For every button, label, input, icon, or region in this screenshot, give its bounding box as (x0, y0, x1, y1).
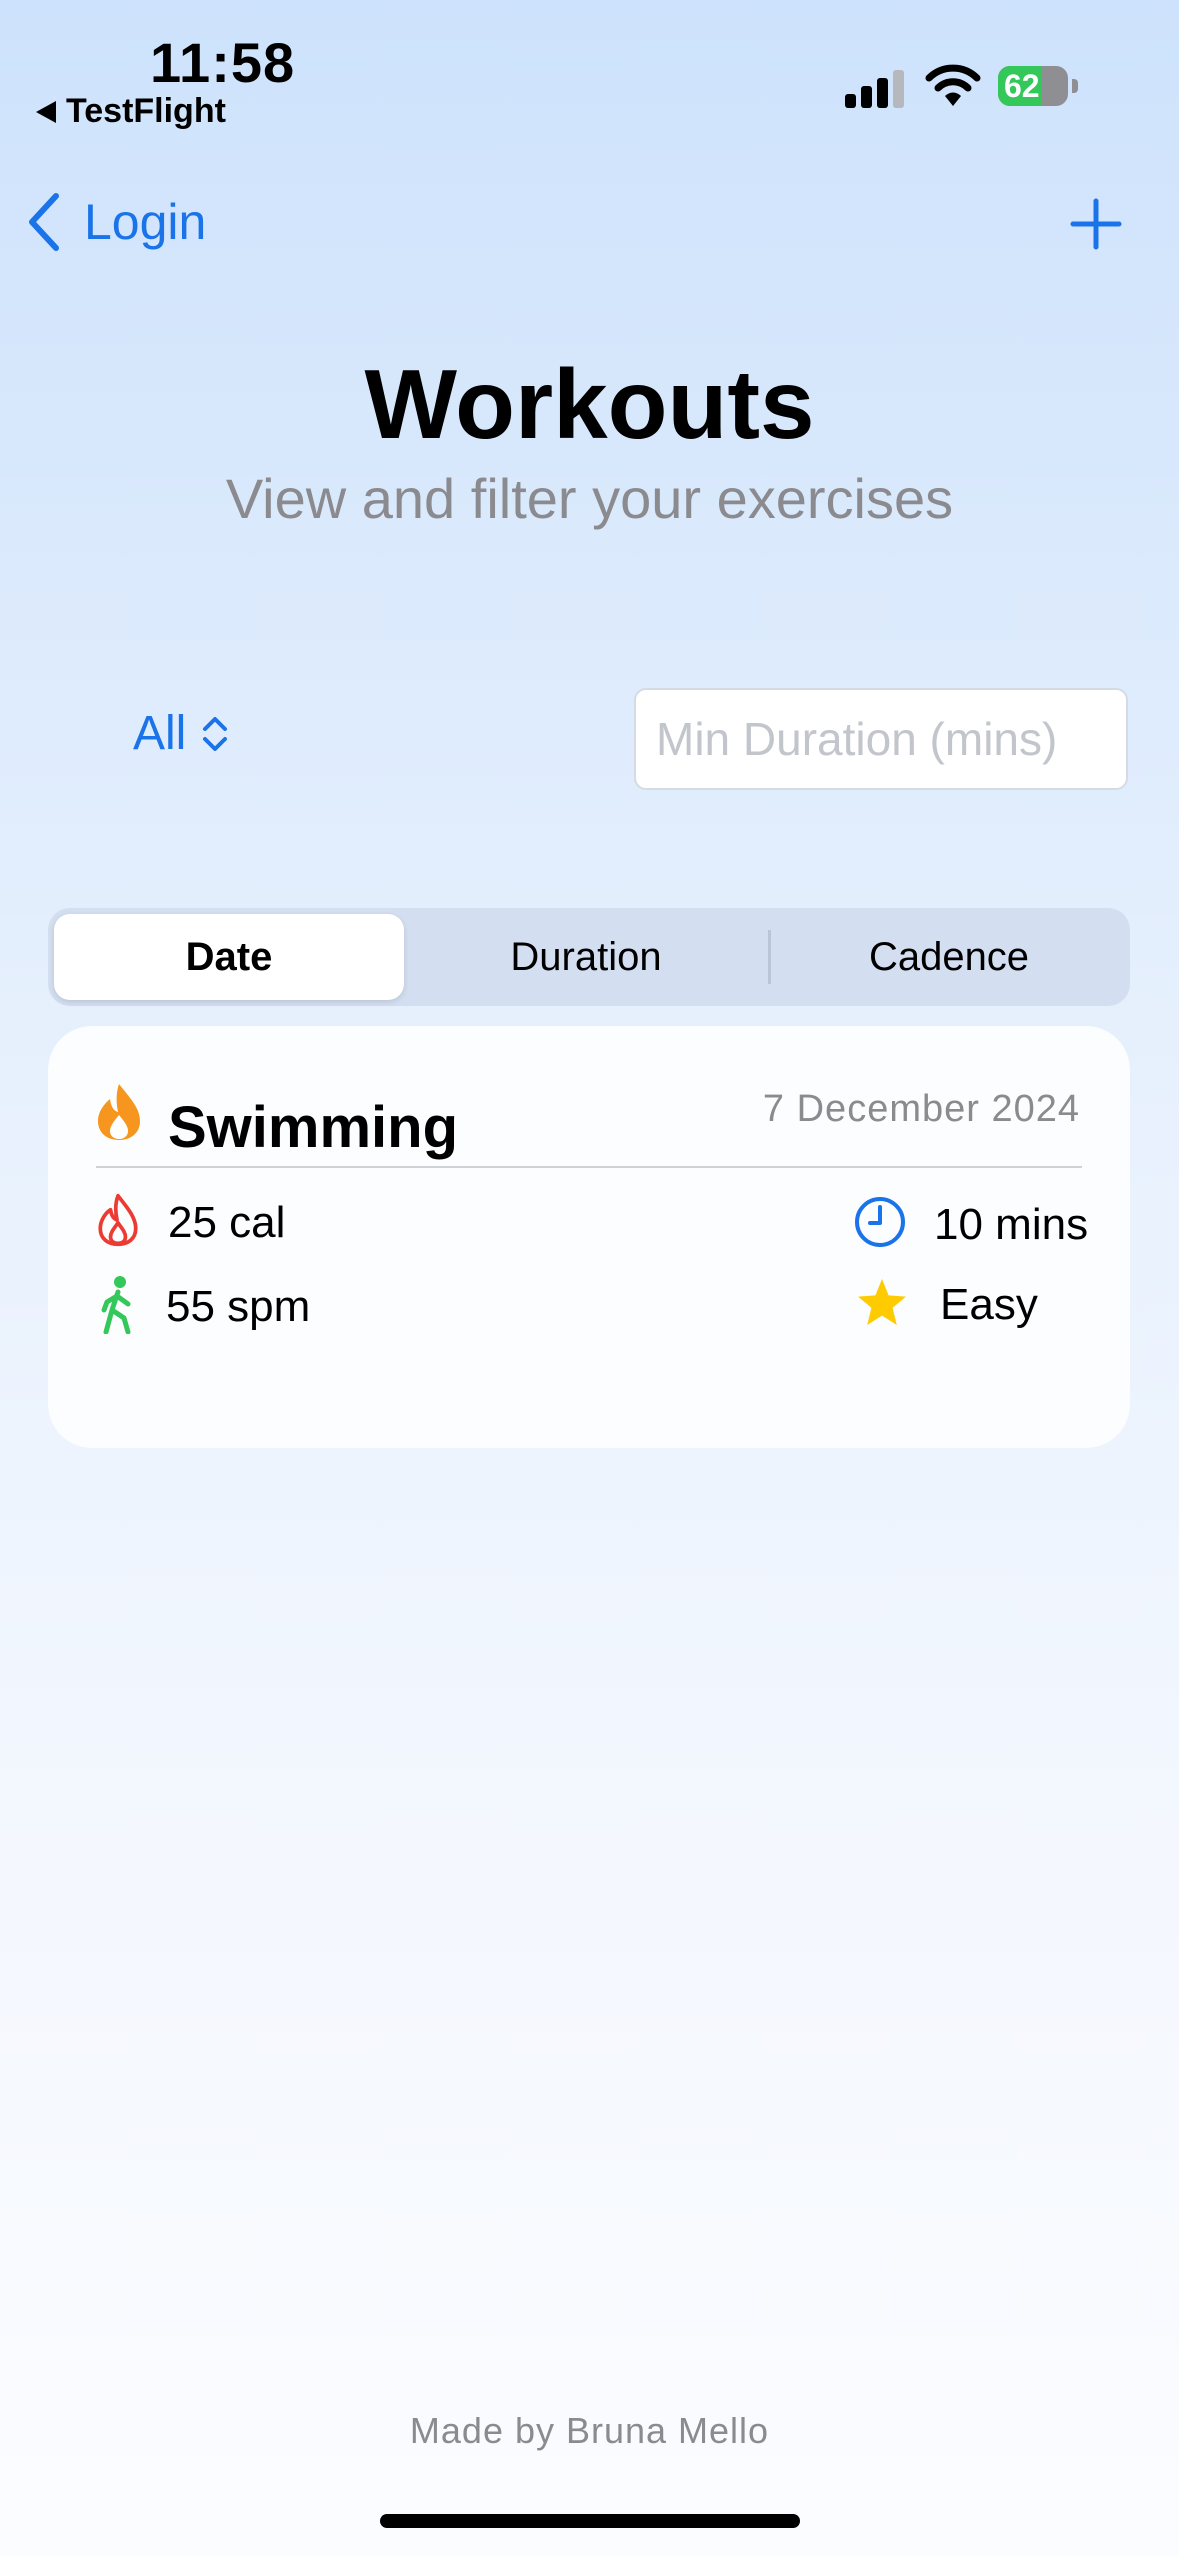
status-time: 11:58 (150, 31, 296, 94)
flame-icon (96, 1082, 142, 1147)
home-indicator[interactable] (380, 2514, 800, 2528)
sort-segmented-control: Date Duration Cadence (48, 908, 1130, 1006)
back-arrow-icon (36, 100, 56, 123)
battery-cap (1072, 79, 1078, 93)
wifi-icon (925, 62, 981, 113)
sort-option-duration[interactable]: Duration (410, 914, 762, 1000)
chevron-up-down-icon (203, 716, 228, 751)
sort-option-date[interactable]: Date (54, 914, 404, 1000)
workout-name: Swimming (168, 1095, 459, 1160)
clock-icon (854, 1196, 906, 1253)
footer-credit: Made by Bruna Mello (409, 2410, 770, 2451)
workout-calories: 25 cal (168, 1198, 286, 1247)
cellular-signal-icon (845, 70, 907, 115)
page-subtitle: View and filter your exercises (225, 467, 954, 530)
flame-outline-icon (96, 1192, 140, 1253)
battery-indicator: 62 (998, 66, 1078, 106)
plus-icon (1070, 198, 1122, 250)
min-duration-input[interactable] (634, 688, 1128, 790)
card-divider (96, 1166, 1082, 1168)
nav-back-button[interactable]: Login (26, 192, 206, 252)
page-title: Workouts (364, 349, 815, 459)
sort-option-cadence[interactable]: Cadence (774, 914, 1124, 1000)
workout-card[interactable]: Swimming 7 December 2024 25 cal 10 mins … (48, 1026, 1130, 1448)
star-icon (854, 1276, 910, 1337)
workout-type-picker[interactable]: All (133, 706, 230, 761)
back-to-app-button[interactable]: TestFlight (36, 92, 226, 131)
add-workout-button[interactable] (1070, 198, 1122, 255)
figure-walk-icon (98, 1276, 138, 1339)
workout-duration: 10 mins (934, 1200, 1089, 1249)
workout-type-value: All (133, 707, 187, 760)
workout-difficulty: Easy (940, 1280, 1038, 1329)
chevron-left-icon (29, 193, 59, 251)
battery-percentage: 62 (1004, 68, 1040, 104)
workout-date: 7 December 2024 (762, 1088, 1080, 1130)
workout-cadence: 55 spm (166, 1282, 311, 1331)
nav-back-label: Login (84, 194, 207, 250)
segment-divider (768, 930, 771, 984)
back-app-label: TestFlight (66, 92, 226, 130)
